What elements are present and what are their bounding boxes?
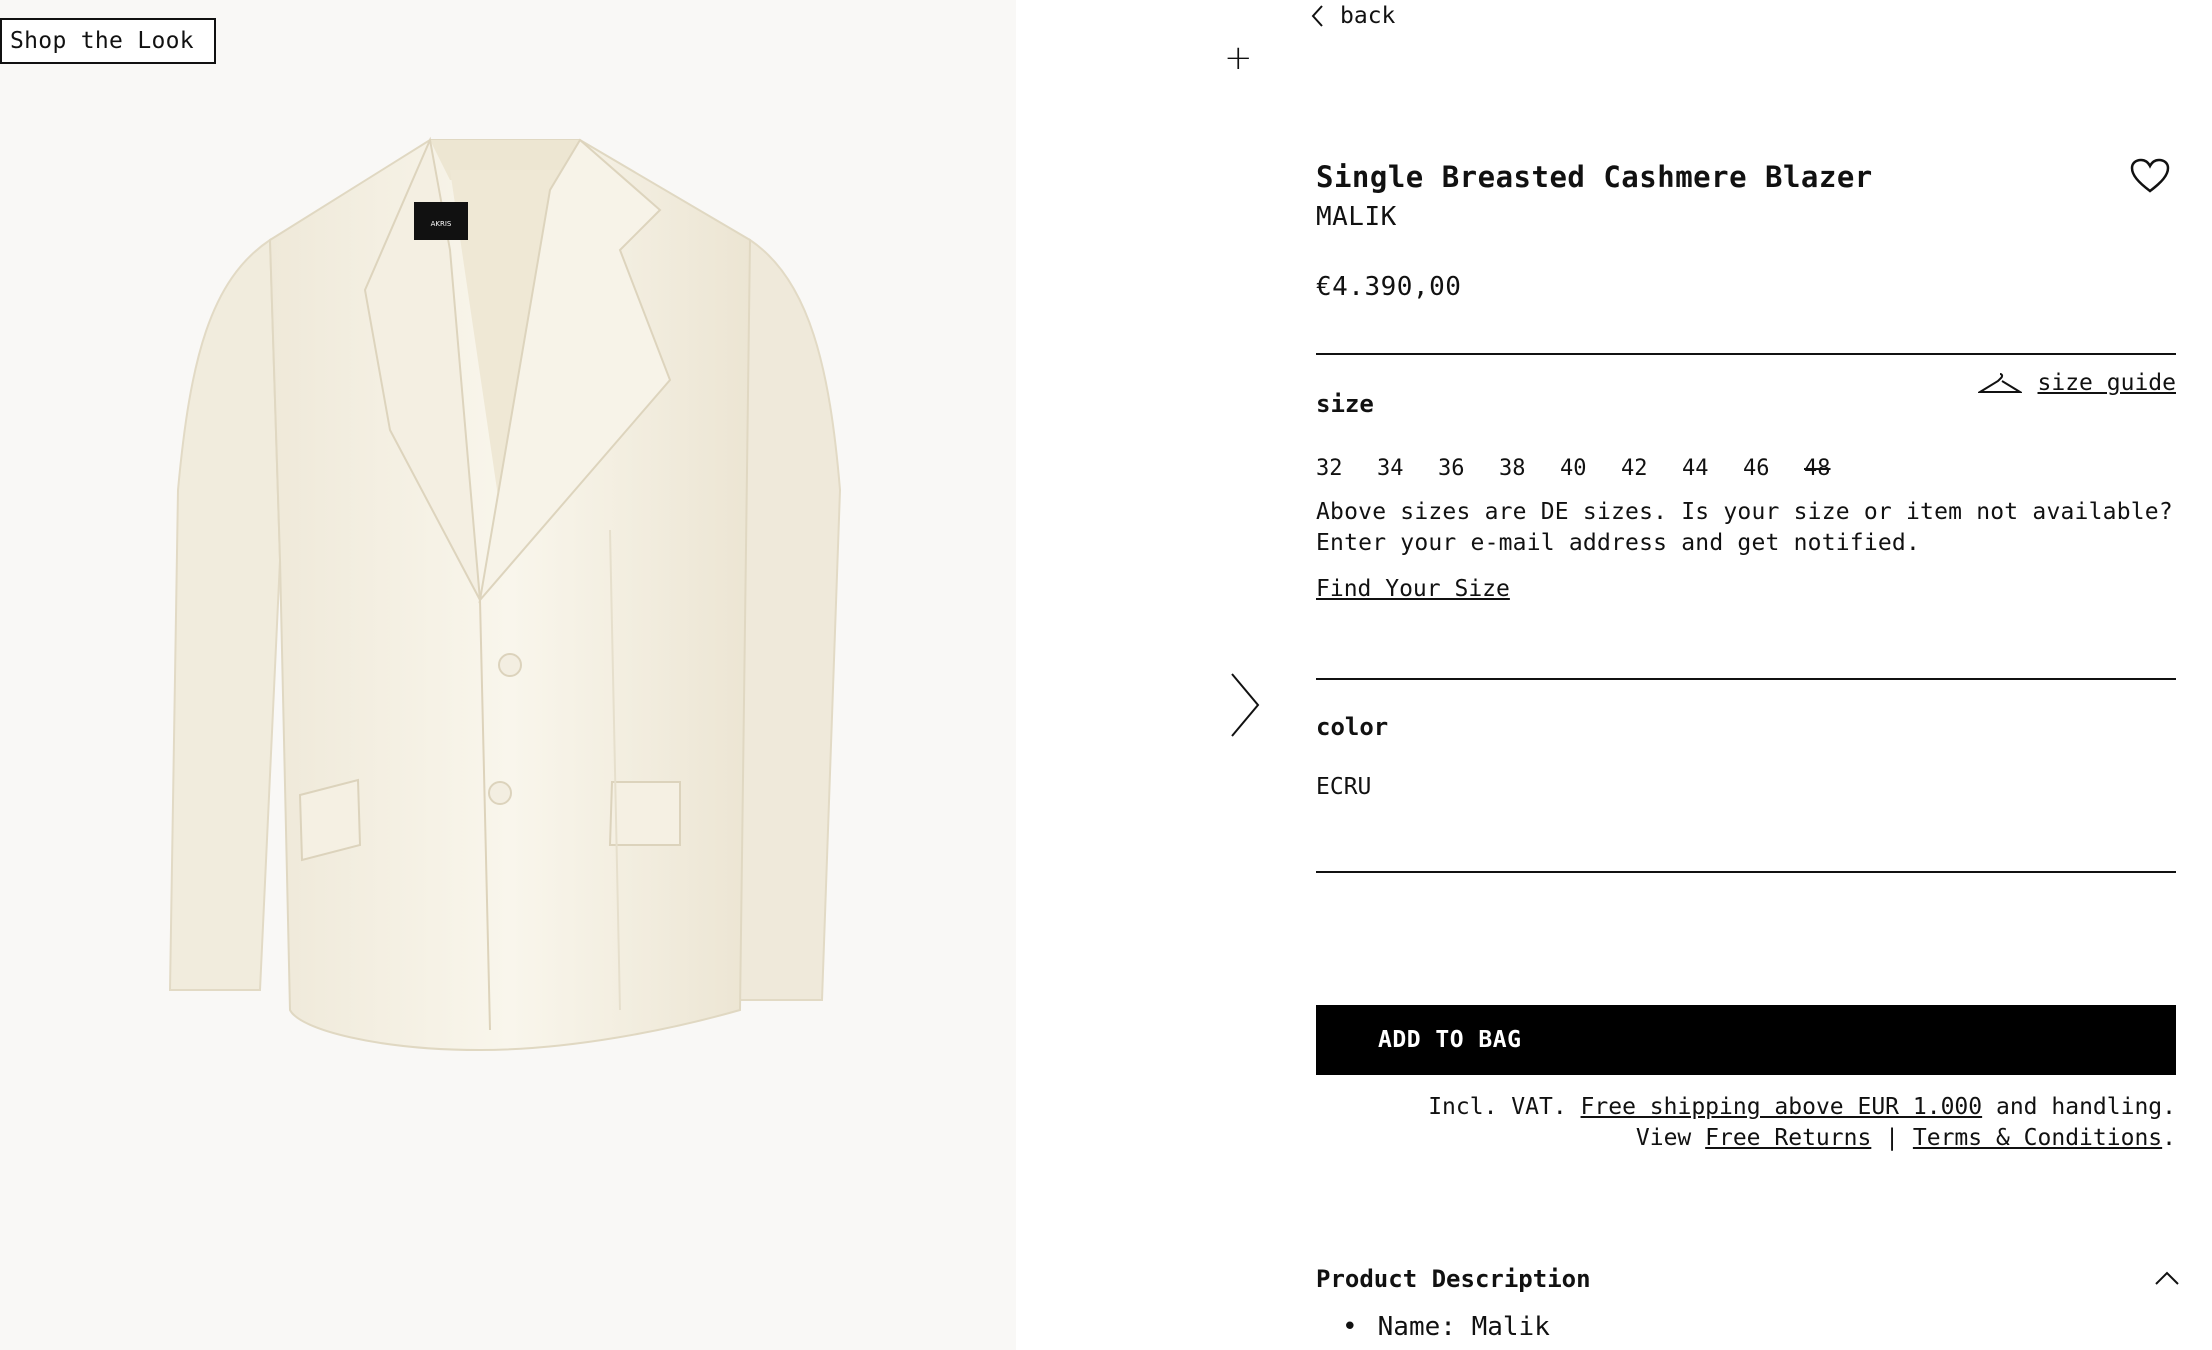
- size-selector: 32 34 36 38 40 42 44 46 48: [1316, 456, 1865, 481]
- shop-the-look-button[interactable]: Shop the Look: [0, 18, 216, 64]
- back-link[interactable]: back: [1310, 0, 1395, 32]
- size-label: size: [1316, 390, 1374, 418]
- description-list-item: • Name: Malik: [1342, 1312, 1550, 1342]
- chevron-up-icon[interactable]: [2154, 1270, 2180, 1286]
- size-option-unavailable[interactable]: 48: [1804, 456, 1865, 481]
- free-returns-link[interactable]: Free Returns: [1705, 1125, 1871, 1151]
- size-guide-label: size guide: [2037, 370, 2176, 396]
- add-to-bag-button[interactable]: ADD TO BAG: [1316, 1005, 2176, 1075]
- size-guide-link[interactable]: size guide: [1977, 370, 2176, 396]
- hanger-icon: [1977, 373, 2022, 393]
- plus-icon[interactable]: +: [1224, 38, 1253, 78]
- svg-text:AKRIS: AKRIS: [431, 220, 452, 228]
- back-label: back: [1340, 3, 1396, 29]
- heart-icon[interactable]: [2130, 158, 2170, 194]
- color-label: color: [1316, 713, 1389, 741]
- size-option[interactable]: 34: [1377, 456, 1438, 481]
- shipping-info: Incl. VAT. Free shipping above EUR 1.000…: [1428, 1092, 2176, 1154]
- divider: [1316, 871, 2176, 873]
- product-description-toggle[interactable]: Product Description: [1316, 1265, 1591, 1293]
- size-option[interactable]: 32: [1316, 456, 1377, 481]
- product-price: €4.390,00: [1316, 272, 1462, 302]
- product-brand: MALIK: [1316, 202, 1397, 232]
- product-title: Single Breasted Cashmere Blazer: [1316, 160, 1873, 194]
- description-item-text: Name: Malik: [1377, 1312, 1550, 1342]
- chevron-left-icon: [1311, 5, 1323, 27]
- divider: [1316, 353, 2176, 355]
- divider: [1316, 678, 2176, 680]
- vat-prefix: Incl. VAT.: [1428, 1094, 1567, 1120]
- size-option[interactable]: 44: [1682, 456, 1743, 481]
- size-note: Above sizes are DE sizes. Is your size o…: [1316, 499, 2173, 556]
- free-shipping-link[interactable]: Free shipping above EUR 1.000: [1581, 1094, 1983, 1120]
- terms-conditions-link[interactable]: Terms & Conditions: [1913, 1125, 2162, 1151]
- size-option[interactable]: 38: [1499, 456, 1560, 481]
- vat-suffix: and handling.: [1995, 1094, 2176, 1120]
- product-image: AKRIS: [168, 136, 842, 1052]
- size-option[interactable]: 36: [1438, 456, 1499, 481]
- link-separator: |: [1885, 1125, 1900, 1151]
- size-option[interactable]: 40: [1560, 456, 1621, 481]
- size-option[interactable]: 46: [1743, 456, 1804, 481]
- product-image-panel[interactable]: AKRIS Shop the Look: [0, 0, 1016, 1350]
- size-option[interactable]: 42: [1621, 456, 1682, 481]
- color-value: ECRU: [1316, 774, 1372, 800]
- period: .: [2162, 1125, 2176, 1151]
- view-prefix: View: [1635, 1125, 1692, 1151]
- chevron-right-icon[interactable]: [1228, 670, 1262, 740]
- bullet: •: [1342, 1312, 1358, 1342]
- find-your-size-link[interactable]: Find Your Size: [1316, 576, 1510, 602]
